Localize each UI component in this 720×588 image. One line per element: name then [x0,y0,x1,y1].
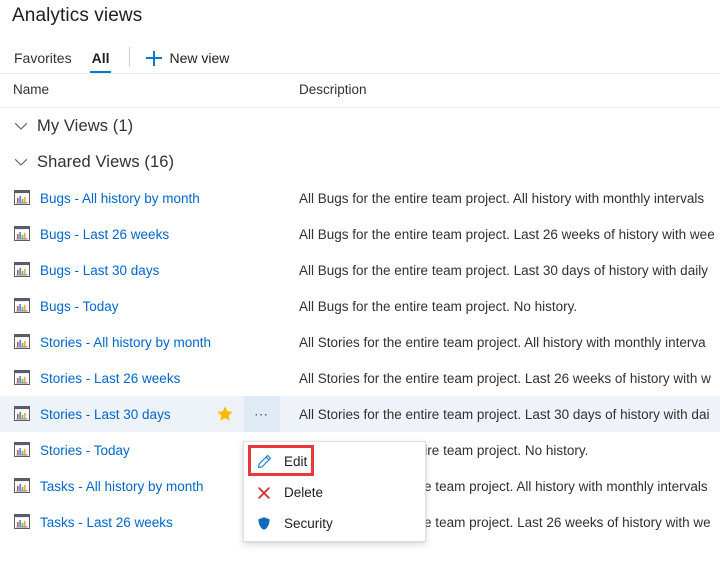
context-menu-item-delete[interactable]: Delete [244,477,425,508]
table-row[interactable]: Stories - Last 30 days ⋯ All Stories for … [0,396,720,432]
chart-report-icon [14,190,30,206]
table-row[interactable]: Bugs - All history by month All Bugs for … [0,180,720,216]
chart-report-icon [14,370,30,386]
view-name-link[interactable]: Bugs - Last 30 days [40,263,159,278]
column-header-description[interactable]: Description [299,82,367,97]
chart-report-icon [14,226,30,242]
chevron-down-icon [14,122,28,130]
group-header-my-views[interactable]: My Views (1) [0,108,720,144]
chevron-down-icon [14,158,28,166]
chart-report-icon [14,406,30,422]
view-name-link[interactable]: Stories - Last 30 days [40,407,171,422]
tab-all-label: All [91,49,110,66]
pencil-icon [256,454,272,470]
view-name-link[interactable]: Stories - All history by month [40,335,211,350]
table-row[interactable]: Bugs - Last 30 days All Bugs for the enti… [0,252,720,288]
view-description: All Bugs for the entire team project. Al… [299,190,705,206]
view-name-link[interactable]: Bugs - Last 26 weeks [40,227,169,242]
row-context-menu[interactable]: Edit Delete Security [243,441,426,542]
command-bar-divider [129,47,131,67]
tab-favorites[interactable]: Favorites [4,42,82,73]
context-menu-item-label: Edit [284,454,308,469]
chart-report-icon [14,442,30,458]
group-header-shared-views[interactable]: Shared Views (16) [0,144,720,180]
table-row[interactable]: Stories - All history by month All Storie… [0,324,720,360]
chart-report-icon [14,334,30,350]
view-name-link[interactable]: Tasks - Last 26 weeks [40,515,173,530]
new-view-button[interactable]: New view [138,42,237,73]
new-view-label: New view [169,49,230,66]
view-description: All Stories for the entire team project.… [299,406,710,422]
view-description: All Bugs for the entire team project. No… [299,298,578,314]
view-name-link[interactable]: Bugs - All history by month [40,191,200,206]
view-description: All Bugs for the entire team project. La… [299,226,715,242]
tab-all[interactable]: All [82,42,120,73]
chart-report-icon [14,262,30,278]
context-menu-item-edit[interactable]: Edit [244,446,425,477]
context-menu-item-security[interactable]: Security [244,508,425,539]
table-row[interactable]: Bugs - Today All Bugs for the entire team… [0,288,720,324]
view-description: All Stories for the entire team project.… [299,370,711,386]
star-filled-icon[interactable] [216,405,234,423]
command-bar: Favorites All New view [0,42,720,73]
ellipsis-icon[interactable]: ⋯ [244,396,280,432]
chart-report-icon [14,298,30,314]
shield-icon [256,516,272,532]
context-menu-item-label: Security [284,516,333,531]
view-name-link[interactable]: Stories - Today [40,443,130,458]
page-title: Analytics views [12,5,143,26]
column-header-name[interactable]: Name [13,82,49,97]
table-row[interactable]: Stories - Last 26 weeks All Stories for t… [0,360,720,396]
list-column-headers: Name Description [0,74,720,107]
view-description: All Bugs for the entire team project. La… [299,262,708,278]
context-menu-item-label: Delete [284,485,324,500]
view-name-link[interactable]: Stories - Last 26 weeks [40,371,180,386]
table-row[interactable]: Bugs - Last 26 weeks All Bugs for the ent… [0,216,720,252]
group-label: My Views (1) [37,116,134,135]
plus-icon [146,50,163,66]
chart-report-icon [14,514,30,530]
cross-icon [256,485,272,501]
view-name-link[interactable]: Tasks - All history by month [40,479,204,494]
view-name-link[interactable]: Bugs - Today [40,299,119,314]
tab-favorites-label: Favorites [14,49,72,66]
view-description: All Stories for the entire team project.… [299,334,706,350]
group-label: Shared Views (16) [37,152,175,171]
chart-report-icon [14,478,30,494]
